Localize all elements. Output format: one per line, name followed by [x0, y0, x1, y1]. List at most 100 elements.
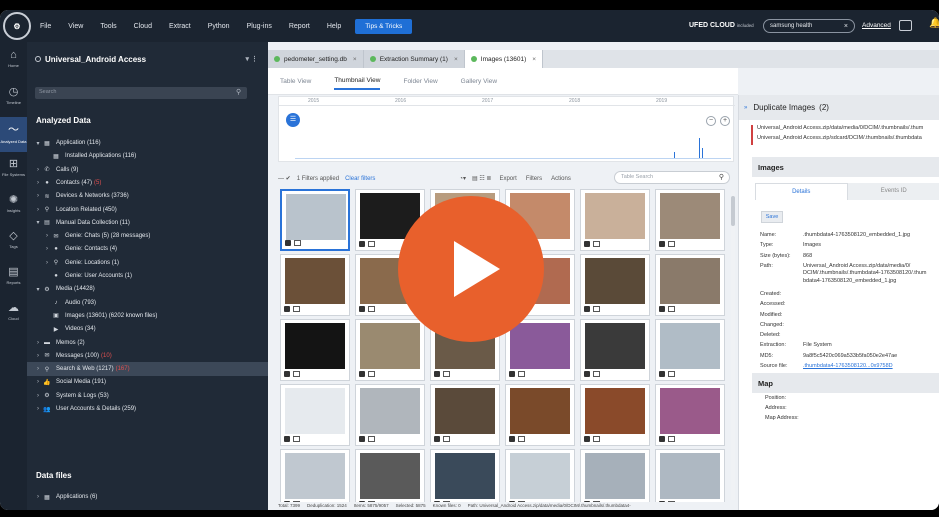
select-checkbox[interactable] — [509, 371, 515, 377]
image-thumbnail[interactable] — [655, 449, 725, 502]
data-file-item[interactable]: ›▥Archives (195) — [27, 507, 268, 510]
chevron-icon[interactable]: › — [34, 167, 42, 173]
image-thumbnail[interactable] — [280, 449, 350, 502]
tab-thumbnail-view[interactable]: Thumbnail View — [334, 73, 381, 90]
chevron-icon[interactable]: › — [43, 260, 51, 266]
chevron-icon[interactable]: › — [34, 353, 42, 359]
image-thumbnail[interactable] — [355, 319, 425, 381]
tab-details[interactable]: Details — [755, 183, 848, 200]
image-thumbnail[interactable] — [430, 384, 500, 446]
select-checkbox[interactable] — [659, 501, 665, 502]
view-toggle-icons[interactable]: ▤ ☷ ≣ — [472, 175, 491, 182]
select-checkbox[interactable] — [359, 371, 365, 377]
select-checkbox[interactable] — [285, 240, 291, 246]
search-icon[interactable]: ⚲ — [236, 88, 241, 96]
menu-item-view[interactable]: View — [68, 23, 83, 30]
chevron-icon[interactable]: › — [34, 379, 42, 385]
duplicate-path[interactable]: Universal_Android Access.zip/data/media/… — [751, 125, 939, 135]
image-thumbnail[interactable] — [355, 384, 425, 446]
chevron-icon[interactable]: › — [34, 366, 42, 372]
select-checkbox[interactable] — [284, 371, 290, 377]
select-checkbox[interactable] — [359, 241, 365, 247]
collapse-icon[interactable]: — ✔ — [278, 175, 291, 182]
select-checkbox[interactable] — [584, 501, 590, 502]
image-thumbnail[interactable] — [655, 189, 725, 251]
tree-item[interactable]: › ● Genie: Contacts (4) — [27, 242, 268, 256]
menu-item-file[interactable]: File — [40, 23, 51, 30]
select-checkbox[interactable] — [659, 306, 665, 312]
detail-value[interactable]: .thumbdata4-1763508120...0x9758D — [803, 363, 939, 371]
rail-item-file-systems[interactable]: ⊞ File Systems — [0, 153, 27, 188]
image-thumbnail[interactable] — [505, 384, 575, 446]
select-checkbox[interactable] — [659, 436, 665, 442]
menu-item-tools[interactable]: Tools — [100, 23, 116, 30]
select-checkbox[interactable] — [659, 241, 665, 247]
timeline-menu-button[interactable]: ☰ — [286, 113, 300, 127]
tree-item[interactable]: › ✉ Messages (100) (10) — [27, 349, 268, 363]
scrollbar-thumb[interactable] — [731, 196, 735, 226]
select-checkbox[interactable] — [584, 436, 590, 442]
tab-table-view[interactable]: Table View — [280, 74, 311, 89]
select-checkbox[interactable] — [434, 501, 440, 502]
chevron-icon[interactable]: › — [34, 207, 42, 213]
tree-item[interactable]: › ● Contacts (47) (5) — [27, 176, 268, 190]
rail-item-timeline[interactable]: ◷ Timeline — [0, 81, 27, 116]
select-checkbox[interactable] — [359, 501, 365, 502]
close-icon[interactable]: × — [353, 56, 357, 63]
image-thumbnail[interactable] — [655, 254, 725, 316]
tree-item[interactable]: ● Genie: User Accounts (1) — [27, 269, 268, 283]
tree-item[interactable]: ♪ Audio (793) — [27, 296, 268, 310]
chevron-icon[interactable]: › — [43, 233, 51, 239]
duplicate-images-header[interactable]: » Duplicate Images (2) — [739, 95, 939, 120]
tree-item[interactable]: › 👥 User Accounts & Details (259) — [27, 402, 268, 416]
select-checkbox[interactable] — [659, 371, 665, 377]
tab-folder-view[interactable]: Folder View — [403, 74, 437, 89]
menu-item-python[interactable]: Python — [208, 23, 230, 30]
image-thumbnail[interactable] — [430, 449, 500, 502]
tree-item[interactable]: ▦ Installed Applications (116) — [27, 149, 268, 163]
image-thumbnail[interactable] — [505, 449, 575, 502]
image-thumbnail[interactable] — [580, 254, 650, 316]
image-thumbnail[interactable] — [280, 189, 350, 251]
duplicate-path[interactable]: Universal_Android Access.zip/sdcard/DCIM… — [751, 135, 939, 145]
zoom-out-button[interactable]: − — [706, 116, 716, 126]
bell-icon[interactable]: 🔔 — [929, 18, 939, 29]
tree-item[interactable]: ▶ Videos (34) — [27, 322, 268, 336]
tree-item[interactable]: › ✆ Calls (9) — [27, 163, 268, 177]
camera-icon[interactable] — [899, 20, 912, 31]
menu-item-report[interactable]: Report — [289, 23, 310, 30]
rail-item-cloud[interactable]: ☁ Cloud — [0, 297, 27, 332]
tab-0[interactable]: pedometer_setting.db × — [268, 50, 364, 68]
image-thumbnail[interactable] — [280, 254, 350, 316]
image-thumbnail[interactable] — [355, 449, 425, 502]
chevron-icon[interactable]: › — [43, 246, 51, 252]
menu-item-help[interactable]: Help — [327, 23, 341, 30]
image-thumbnail[interactable] — [580, 449, 650, 502]
image-thumbnail[interactable] — [655, 384, 725, 446]
tree-item[interactable]: › ▬ Memos (2) — [27, 336, 268, 350]
collapse-icon[interactable]: » — [744, 105, 747, 111]
close-icon[interactable]: × — [454, 56, 458, 63]
chevron-icon[interactable]: › — [34, 406, 42, 412]
clear-search-icon[interactable]: × — [844, 23, 848, 30]
rail-item-insights[interactable]: ✺ Insights — [0, 189, 27, 224]
video-play-button[interactable] — [398, 196, 544, 342]
search-icon[interactable]: ⚲ — [719, 173, 724, 181]
image-thumbnail[interactable] — [280, 384, 350, 446]
image-thumbnail[interactable] — [580, 319, 650, 381]
export-menu[interactable]: Export — [499, 176, 516, 182]
data-file-item[interactable]: › ▦ Applications (6) — [27, 490, 268, 504]
menu-item-extract[interactable]: Extract — [169, 23, 191, 30]
chevron-icon[interactable]: ▾ — [34, 219, 42, 226]
chevron-icon[interactable]: ▾ — [34, 140, 42, 147]
select-checkbox[interactable] — [359, 306, 365, 312]
chevron-icon[interactable]: › — [34, 494, 42, 500]
palette-icon[interactable]: ◔▾ — [459, 175, 466, 182]
tree-item[interactable]: › ≋ Devices & Networks (3736) — [27, 189, 268, 203]
image-thumbnail[interactable] — [655, 319, 725, 381]
advanced-search-link[interactable]: Advanced — [862, 22, 891, 29]
menu-item-plugins[interactable]: Plug-ins — [247, 23, 272, 30]
image-thumbnail[interactable] — [580, 384, 650, 446]
global-search-input[interactable]: samsung health × — [763, 19, 855, 33]
image-thumbnail[interactable] — [505, 319, 575, 381]
